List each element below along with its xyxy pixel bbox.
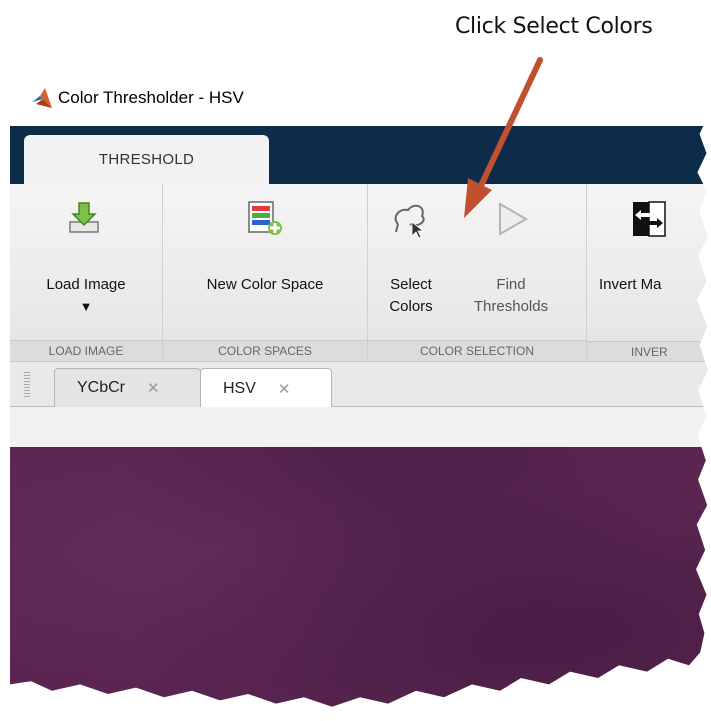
section-label: COLOR SPACES — [163, 340, 367, 361]
find-thresholds-label-2: Thresholds — [473, 298, 549, 315]
section-load-image: Load Image ▼ LOAD IMAGE — [10, 184, 163, 361]
chevron-down-icon[interactable]: ▼ — [10, 296, 162, 318]
app-window: Color Thresholder - HSV THRESHOLD Load I… — [10, 70, 710, 707]
select-colors-button[interactable]: Select Colors — [376, 184, 446, 341]
tab-label: YCbCr — [77, 379, 126, 396]
close-icon[interactable]: ✕ — [147, 379, 160, 397]
document-tab-bar: YCbCr ✕ HSV ✕ — [10, 362, 710, 408]
image-display[interactable] — [10, 447, 710, 707]
close-icon[interactable]: ✕ — [278, 380, 291, 398]
load-image-label: Load Image — [46, 276, 126, 293]
select-colors-label-2: Colors — [389, 298, 433, 315]
section-label: COLOR SELECTION — [368, 340, 586, 361]
section-label: INVER — [587, 341, 710, 361]
title-bar: Color Thresholder - HSV — [10, 70, 710, 126]
freehand-select-icon — [394, 204, 425, 239]
section-color-spaces: New Color Space COLOR SPACES — [163, 184, 368, 361]
ribbon-toolstrip: Load Image ▼ LOAD IMAGE New Color Space — [10, 184, 710, 362]
matlab-logo-icon — [32, 88, 52, 108]
select-colors-label-1: Select — [390, 276, 432, 293]
new-color-space-icon — [248, 201, 282, 235]
invert-mask-button[interactable]: Invert Ma — [587, 184, 710, 341]
new-color-space-label: New Color Space — [206, 276, 324, 293]
new-color-space-button[interactable]: New Color Space — [163, 184, 367, 341]
tab-ycbcr[interactable]: YCbCr ✕ — [54, 368, 201, 407]
tab-label: HSV — [223, 379, 256, 397]
tab-threshold[interactable]: THRESHOLD — [24, 135, 269, 184]
tab-hsv[interactable]: HSV ✕ — [200, 368, 332, 408]
tab-content-header — [10, 407, 710, 447]
find-thresholds-button[interactable]: Find Thresholds — [444, 184, 578, 341]
find-thresholds-label-1: Find — [496, 276, 526, 293]
section-invert: Invert Ma INVER — [587, 184, 710, 361]
window-title: Color Thresholder - HSV — [58, 88, 244, 107]
invert-mask-label: Invert Ma — [599, 276, 662, 293]
section-label: LOAD IMAGE — [10, 340, 162, 361]
annotation-callout: Click Select Colors — [455, 14, 653, 39]
invert-mask-icon — [633, 201, 666, 237]
load-image-button[interactable]: Load Image ▼ — [10, 184, 162, 341]
load-image-icon — [69, 202, 99, 233]
ribbon-tab-bar: THRESHOLD — [10, 126, 710, 184]
drag-grip-handle[interactable] — [24, 372, 30, 398]
section-color-selection: Select Colors Find Thresholds COLOR SELE… — [368, 184, 587, 361]
play-icon — [499, 202, 529, 236]
